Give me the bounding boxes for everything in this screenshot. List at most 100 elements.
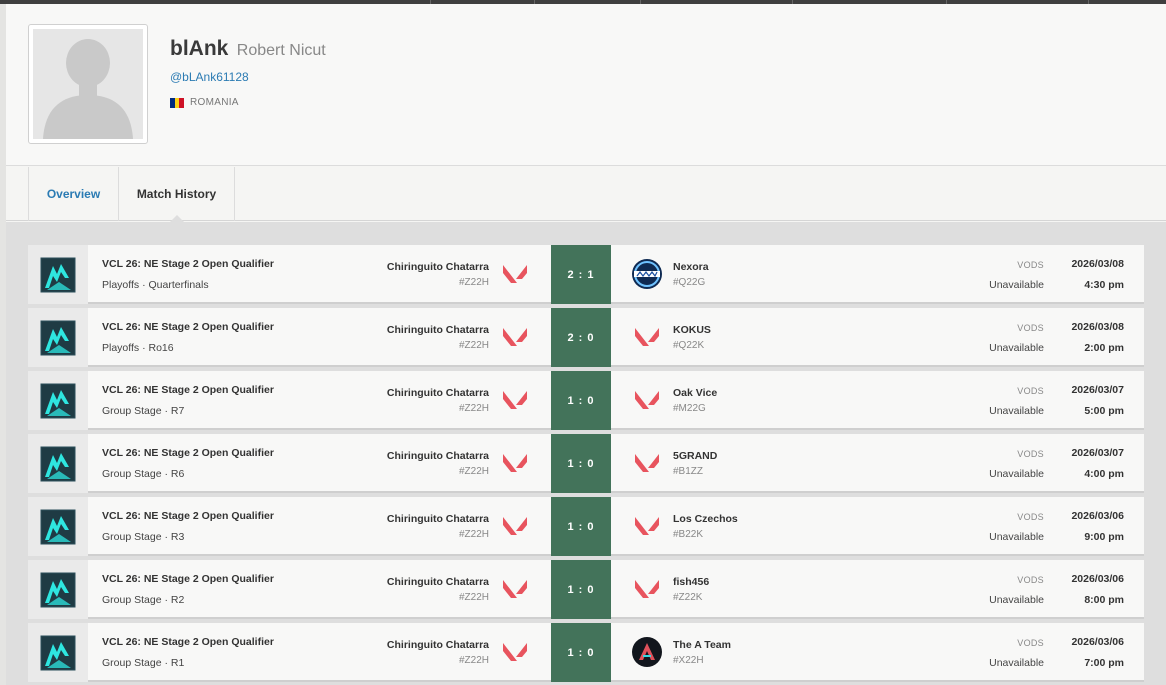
vods-status: Unavailable — [989, 342, 1044, 354]
match-row-3[interactable]: VCL 26: NE Stage 2 Open Qualifier Group … — [28, 371, 1144, 430]
valorant-icon — [635, 328, 659, 346]
tab-overview[interactable]: Overview — [28, 167, 118, 221]
team2-logo — [631, 384, 663, 416]
team1-name[interactable]: Chiringuito Chatarra — [387, 639, 489, 651]
match-score[interactable]: 1 : 0 — [551, 623, 611, 682]
match-time: 4:00 pm — [1084, 468, 1124, 480]
event-logo-cell — [28, 497, 88, 556]
valorant-icon — [635, 454, 659, 472]
match-time: 5:00 pm — [1084, 405, 1124, 417]
vods-status: Unavailable — [989, 405, 1044, 417]
profile-header: blAnk Robert Nicut @bLAnk61128 ROMANIA — [6, 4, 1166, 166]
team1-name[interactable]: Chiringuito Chatarra — [387, 387, 489, 399]
event-name[interactable]: VCL 26: NE Stage 2 Open Qualifier — [102, 447, 274, 459]
event-logo-cell — [28, 308, 88, 367]
team1-tag: #Z22H — [458, 529, 489, 540]
team1-tag: #Z22H — [458, 655, 489, 666]
event-logo-icon — [40, 320, 76, 355]
player-country: ROMANIA — [170, 97, 239, 108]
match-row-7[interactable]: VCL 26: NE Stage 2 Open Qualifier Group … — [28, 623, 1144, 682]
match-history-list: VCL 26: NE Stage 2 Open Qualifier Playof… — [6, 222, 1166, 685]
match-row-5[interactable]: VCL 26: NE Stage 2 Open Qualifier Group … — [28, 497, 1144, 556]
player-real-name: Robert Nicut — [236, 42, 326, 59]
match-time: 8:00 pm — [1084, 594, 1124, 606]
match-row-2[interactable]: VCL 26: NE Stage 2 Open Qualifier Playof… — [28, 308, 1144, 367]
match-date: 2026/03/08 — [1071, 321, 1124, 333]
team2-name[interactable]: Oak Vice — [673, 387, 717, 399]
team2-logo — [631, 321, 663, 353]
valorant-icon — [635, 580, 659, 598]
team2-tag: #X22H — [673, 655, 704, 666]
match-score[interactable]: 1 : 0 — [551, 497, 611, 556]
event-name[interactable]: VCL 26: NE Stage 2 Open Qualifier — [102, 510, 274, 522]
match-row-4[interactable]: VCL 26: NE Stage 2 Open Qualifier Group … — [28, 434, 1144, 493]
team2-name[interactable]: KOKUS — [673, 324, 711, 336]
event-stage: Group Stage · R7 — [102, 405, 185, 417]
profile-tabs: Overview Match History — [6, 167, 1166, 222]
event-name[interactable]: VCL 26: NE Stage 2 Open Qualifier — [102, 321, 274, 333]
team1-name[interactable]: Chiringuito Chatarra — [387, 576, 489, 588]
event-logo-cell — [28, 245, 88, 304]
event-name[interactable]: VCL 26: NE Stage 2 Open Qualifier — [102, 573, 274, 585]
vods-status: Unavailable — [989, 594, 1044, 606]
team1-name[interactable]: Chiringuito Chatarra — [387, 450, 489, 462]
event-stage: Group Stage · R2 — [102, 594, 185, 606]
event-logo-icon — [40, 257, 76, 292]
team2-tag: #B1ZZ — [673, 466, 704, 477]
match-row-6[interactable]: VCL 26: NE Stage 2 Open Qualifier Group … — [28, 560, 1144, 619]
event-stage: Playoffs · Quarterfinals — [102, 279, 209, 291]
avatar-placeholder-icon — [43, 39, 133, 139]
valorant-icon — [503, 517, 527, 535]
match-time: 4:30 pm — [1084, 279, 1124, 291]
event-stage: Group Stage · R3 — [102, 531, 185, 543]
team1-tag: #Z22H — [458, 277, 489, 288]
team2-name[interactable]: fish456 — [673, 576, 709, 588]
match-score[interactable]: 1 : 0 — [551, 560, 611, 619]
match-score[interactable]: 1 : 0 — [551, 371, 611, 430]
valorant-icon — [503, 265, 527, 283]
match-score[interactable]: 1 : 0 — [551, 434, 611, 493]
team2-tag: #M22G — [673, 403, 706, 414]
event-logo-cell — [28, 434, 88, 493]
event-name[interactable]: VCL 26: NE Stage 2 Open Qualifier — [102, 258, 274, 270]
event-logo-icon — [40, 383, 76, 418]
match-row-1[interactable]: VCL 26: NE Stage 2 Open Qualifier Playof… — [28, 245, 1144, 304]
event-logo-icon — [40, 635, 76, 670]
player-user-tag[interactable]: @bLAnk61128 — [170, 70, 249, 84]
team2-name[interactable]: The A Team — [673, 639, 731, 651]
match-score[interactable]: 2 : 1 — [551, 245, 611, 304]
team2-name[interactable]: Los Czechos — [673, 513, 738, 525]
team1-tag: #Z22H — [458, 340, 489, 351]
vods-label: VODS — [1017, 260, 1044, 270]
tab-match-history[interactable]: Match History — [118, 167, 235, 222]
team2-name[interactable]: Nexora — [673, 261, 709, 273]
event-name[interactable]: VCL 26: NE Stage 2 Open Qualifier — [102, 636, 274, 648]
event-stage: Group Stage · R1 — [102, 657, 185, 669]
match-time: 7:00 pm — [1084, 657, 1124, 669]
valorant-icon — [503, 328, 527, 346]
team1-name[interactable]: Chiringuito Chatarra — [387, 513, 489, 525]
team1-name[interactable]: Chiringuito Chatarra — [387, 324, 489, 336]
team2-tag: #Z22K — [673, 592, 703, 603]
valorant-icon — [635, 517, 659, 535]
player-handle: blAnk — [170, 37, 229, 60]
vods-status: Unavailable — [989, 279, 1044, 291]
team2-logo — [631, 510, 663, 542]
event-logo-cell — [28, 371, 88, 430]
team2-tag: #Q22K — [673, 340, 705, 351]
event-name[interactable]: VCL 26: NE Stage 2 Open Qualifier — [102, 384, 274, 396]
country-label: ROMANIA — [190, 97, 239, 108]
valorant-icon — [503, 580, 527, 598]
a-team-logo-icon — [632, 637, 662, 667]
team1-name[interactable]: Chiringuito Chatarra — [387, 261, 489, 273]
match-date: 2026/03/06 — [1071, 636, 1124, 648]
valorant-icon — [503, 391, 527, 409]
match-score[interactable]: 2 : 0 — [551, 308, 611, 367]
vods-status: Unavailable — [989, 531, 1044, 543]
match-time: 2:00 pm — [1084, 342, 1124, 354]
match-date: 2026/03/06 — [1071, 573, 1124, 585]
team2-logo — [631, 636, 663, 668]
team2-name[interactable]: 5GRAND — [673, 450, 717, 462]
team2-logo — [631, 573, 663, 605]
valorant-icon — [503, 643, 527, 661]
